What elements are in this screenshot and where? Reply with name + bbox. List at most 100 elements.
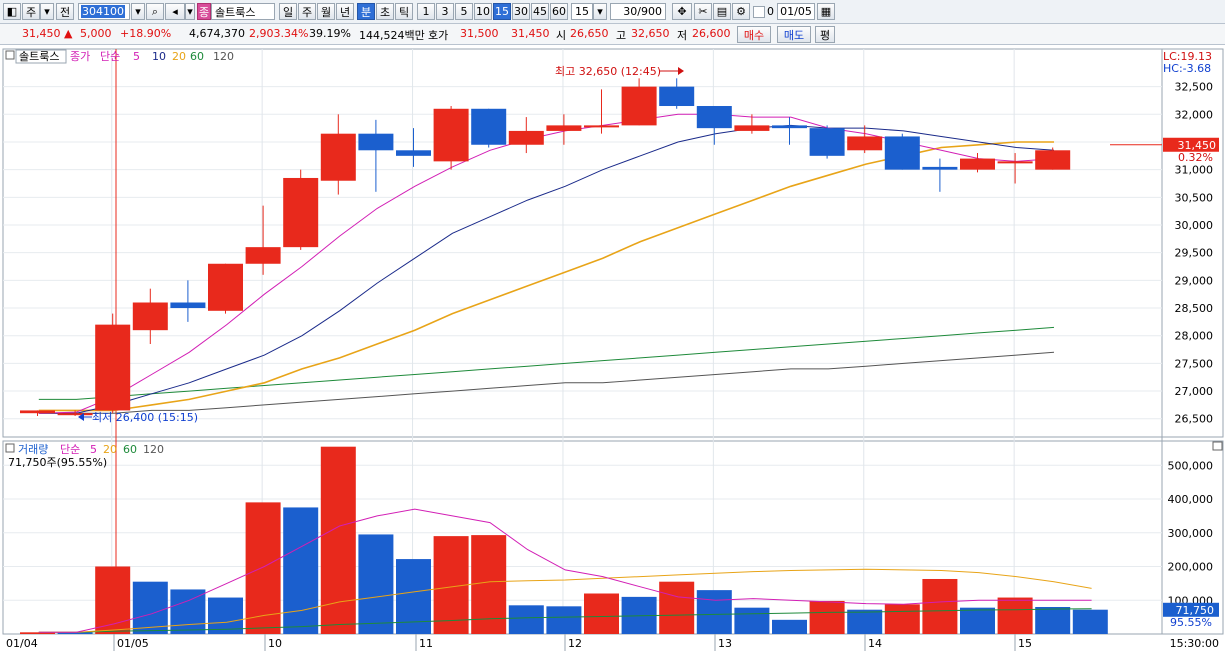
x-label-time: 15:30:00 [1170, 637, 1219, 650]
checkbox[interactable] [753, 6, 765, 18]
candle-body [922, 166, 958, 170]
scissors-icon[interactable]: ✂ [694, 3, 712, 20]
minute-60[interactable]: 60 [550, 3, 568, 20]
open-label: 시 [556, 29, 567, 42]
eval-button[interactable]: 평 [815, 26, 835, 43]
candle-body [734, 125, 770, 131]
candle-body [997, 161, 1033, 164]
search-icon[interactable]: ⌕ [146, 3, 164, 20]
candle-body [95, 324, 131, 411]
price-tick-label: 32,000 [1175, 108, 1214, 121]
save-icon[interactable]: ▤ [713, 3, 731, 20]
volume-legend-method: 단순 [60, 443, 80, 456]
minute-5[interactable]: 5 [455, 3, 473, 20]
legend-price-label: 종가 [70, 50, 90, 63]
volume-tick-label: 500,000 [1168, 459, 1214, 472]
legend-method: 단순 [100, 50, 120, 63]
candle-body [584, 125, 619, 128]
high-annotation: 최고 32,650 (12:45) [555, 65, 661, 78]
stock-name: 솔트룩스 [211, 3, 275, 20]
sell-button[interactable]: 매도 [777, 26, 811, 43]
high-label: 고 [616, 29, 627, 42]
price-tick-label: 32,500 [1175, 81, 1214, 94]
period-day[interactable]: 일 [279, 3, 297, 20]
price-change-pct: +18.90% [120, 27, 172, 40]
volume-bar [696, 590, 732, 634]
low-price: 26,600 [692, 27, 731, 40]
x-label: 01/04 [6, 637, 38, 650]
volume-bar [1072, 609, 1108, 634]
volume-bar [546, 606, 582, 634]
x-label: 15 [1018, 637, 1032, 650]
candle-body [57, 413, 93, 416]
period-week[interactable]: 주 [298, 3, 316, 20]
count-input[interactable]: 30/900 [610, 3, 666, 20]
volume-current-label: 71,750주(95.55%) [8, 456, 107, 469]
candle-body [170, 302, 206, 309]
price-tick-label: 31,000 [1175, 164, 1214, 177]
candle-body [508, 130, 544, 145]
price-tick-label: 30,500 [1175, 191, 1214, 204]
volume-bar [584, 593, 619, 634]
period-year[interactable]: 년 [336, 3, 354, 20]
stock-code-input[interactable]: 304100 [78, 3, 130, 20]
bid-price: 31,450 [511, 27, 550, 40]
quote-bar: 31,450 ▲ 5,000 +18.90% 4,674,370 2,903.3… [0, 24, 1225, 45]
high-price: 32,650 [631, 27, 670, 40]
candle-body [283, 177, 319, 248]
checkbox-label: 0 [767, 5, 774, 18]
x-label: 14 [868, 637, 882, 650]
code-dropdown-icon[interactable]: ▾ [131, 3, 145, 20]
minute-select[interactable]: 15 [571, 3, 593, 20]
price-tick-label: 27,500 [1175, 357, 1214, 370]
layout-icon[interactable]: ◧ [3, 3, 21, 20]
low-annotation: 최저 26,400 (15:15) [92, 411, 198, 424]
volume-tick-label: 400,000 [1168, 493, 1214, 506]
tab-weekly[interactable]: 주 [22, 3, 40, 20]
turnover-pct: 39.19% [309, 27, 351, 40]
volume-legend-period: 5 [90, 443, 97, 456]
minute-10[interactable]: 10 [474, 3, 492, 20]
buy-button[interactable]: 매수 [737, 26, 771, 43]
tab-dropdown-icon[interactable]: ▾ [40, 3, 54, 20]
sound-dropdown-icon[interactable]: ▾ [185, 3, 195, 20]
period-month[interactable]: 월 [317, 3, 335, 20]
period-minute[interactable]: 분 [357, 3, 375, 20]
price-tick-label: 27,000 [1175, 385, 1214, 398]
period-second[interactable]: 초 [376, 3, 394, 20]
volume-bar [772, 619, 807, 634]
minute-dropdown-icon[interactable]: ▾ [593, 3, 607, 20]
volume-bar [320, 446, 356, 634]
legend-period: 5 [133, 50, 140, 63]
gear-icon[interactable]: ⚙ [732, 3, 750, 20]
candle-body [772, 125, 807, 129]
volume-legend-period: 20 [103, 443, 117, 456]
price-tick-label: 30,000 [1175, 219, 1214, 232]
candle-body [809, 128, 845, 156]
minute-3[interactable]: 3 [436, 3, 454, 20]
candle-body [471, 108, 507, 145]
calendar-icon[interactable]: ▦ [817, 3, 835, 20]
candle-body [320, 133, 356, 181]
volume-tick-label: 200,000 [1168, 561, 1214, 574]
volume-bar [1035, 607, 1071, 634]
x-label: 10 [268, 637, 282, 650]
volume-bar [997, 597, 1033, 634]
crosshair-icon[interactable]: ✥ [672, 3, 692, 20]
volume-bar [659, 581, 695, 634]
volume-legend-period: 120 [143, 443, 164, 456]
minute-15[interactable]: 15 [493, 3, 511, 20]
date-input[interactable]: 01/05 [777, 3, 815, 20]
minute-45[interactable]: 45 [531, 3, 549, 20]
candle-body [433, 108, 469, 162]
sound-icon[interactable]: ◂ [165, 3, 185, 20]
period-tick[interactable]: 틱 [395, 3, 413, 20]
volume-bar [809, 600, 845, 634]
last-volume-pct-label: 95.55% [1170, 616, 1212, 629]
volume-value: 4,674,370 [189, 27, 245, 40]
minute-1[interactable]: 1 [417, 3, 435, 20]
volume-bar [884, 604, 920, 634]
tab-all[interactable]: 전 [56, 3, 74, 20]
minute-30[interactable]: 30 [512, 3, 530, 20]
volume-panel-close-icon [1212, 441, 1223, 451]
